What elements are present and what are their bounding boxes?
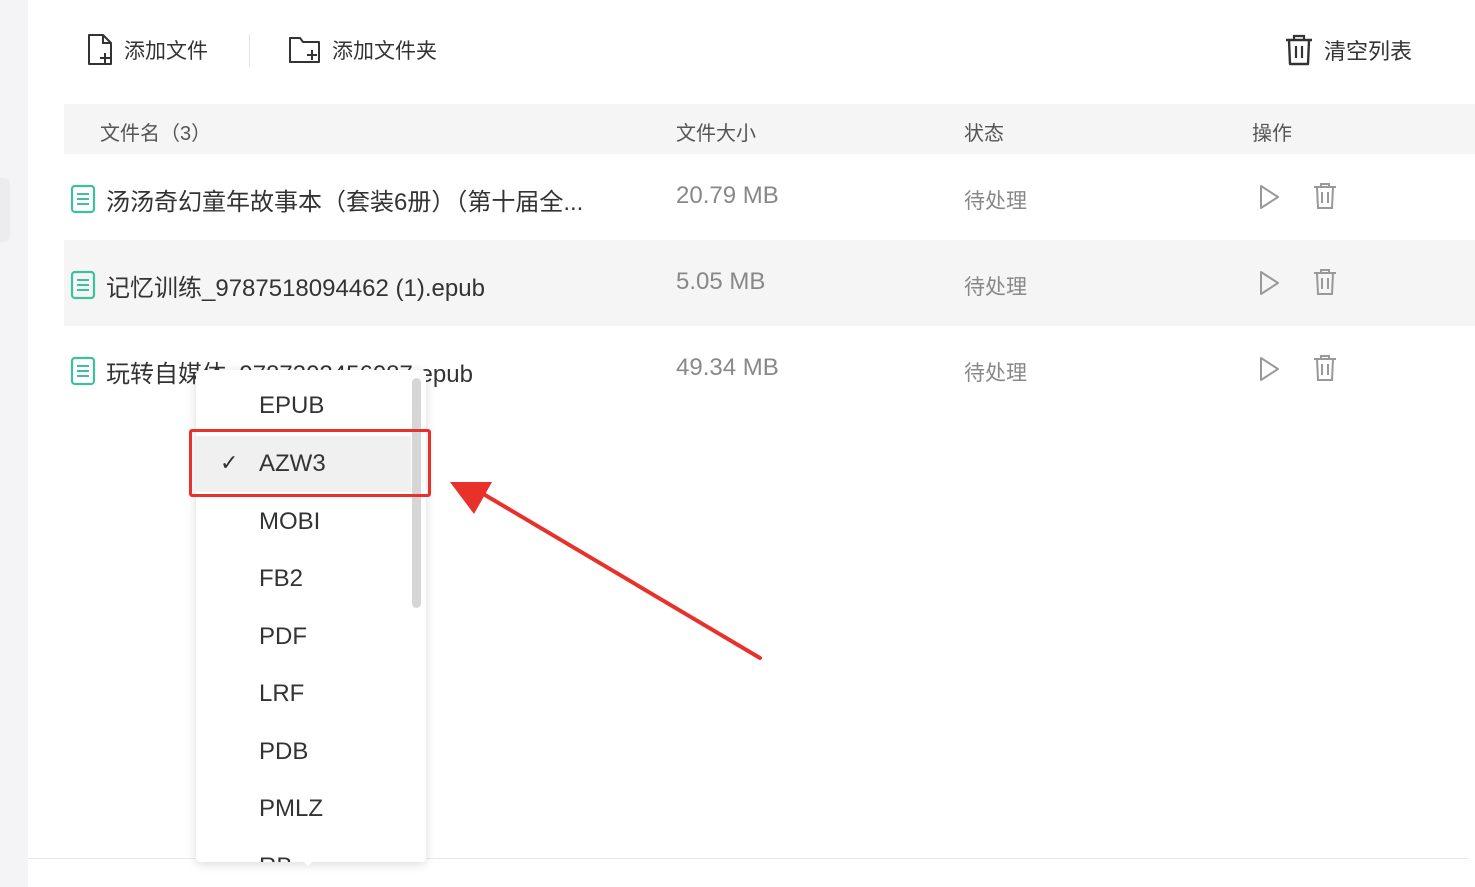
file-doc-icon xyxy=(70,270,96,305)
file-size: 49.34 MB xyxy=(676,354,779,381)
format-option-lrf[interactable]: LRF xyxy=(196,666,411,722)
file-status: 待处理 xyxy=(964,362,1027,385)
column-header-name: 文件名（3） xyxy=(100,123,212,145)
add-file-label: 添加文件 xyxy=(124,40,208,63)
highlight-box xyxy=(189,429,431,497)
delete-icon[interactable] xyxy=(1312,353,1338,388)
add-file-icon xyxy=(86,33,114,67)
file-status: 待处理 xyxy=(964,190,1027,213)
add-folder-button[interactable]: 添加文件夹 xyxy=(288,30,437,70)
left-sidebar-strip xyxy=(0,0,28,887)
play-icon[interactable] xyxy=(1257,355,1281,388)
file-table: 文件名（3） 文件大小 状态 操作 汤汤奇幻童年故事本（套装6册）（第十届全..… xyxy=(64,104,1475,412)
table-row[interactable]: 记忆训练_9787518094462 (1).epub 5.05 MB 待处理 xyxy=(64,240,1475,326)
column-header-size: 文件大小 xyxy=(676,123,756,145)
annotation-arrow xyxy=(450,482,762,660)
clear-list-label: 清空列表 xyxy=(1324,39,1413,64)
file-size: 5.05 MB xyxy=(676,268,766,295)
add-file-button[interactable]: 添加文件 xyxy=(86,30,208,70)
clear-list-button[interactable]: 清空列表 xyxy=(1284,30,1412,70)
format-option-pmlz[interactable]: PMLZ xyxy=(196,781,411,837)
file-name: 记忆训练_9787518094462 (1).epub xyxy=(106,275,485,302)
play-icon[interactable] xyxy=(1257,183,1281,216)
table-header: 文件名（3） 文件大小 状态 操作 xyxy=(64,104,1475,154)
format-option-pdb[interactable]: PDB xyxy=(196,724,411,780)
delete-icon[interactable] xyxy=(1312,267,1338,302)
sidebar-tab-handle[interactable] xyxy=(0,178,10,242)
column-header-actions: 操作 xyxy=(1252,123,1292,145)
add-folder-label: 添加文件夹 xyxy=(332,40,437,63)
file-doc-icon xyxy=(70,184,96,219)
add-folder-icon xyxy=(288,34,322,66)
toolbar-divider xyxy=(249,34,250,66)
play-icon[interactable] xyxy=(1257,269,1281,302)
format-option-mobi[interactable]: MOBI xyxy=(196,494,411,550)
file-name: 汤汤奇幻童年故事本（套装6册）（第十届全... xyxy=(106,189,584,216)
dropdown-caret xyxy=(298,856,318,866)
file-doc-icon xyxy=(70,356,96,391)
format-option-fb2[interactable]: FB2 xyxy=(196,551,411,607)
format-option-pdf[interactable]: PDF xyxy=(196,609,411,665)
delete-icon[interactable] xyxy=(1312,181,1338,216)
table-row[interactable]: 汤汤奇幻童年故事本（套装6册）（第十届全... 20.79 MB 待处理 xyxy=(64,154,1475,240)
file-size: 20.79 MB xyxy=(676,182,779,209)
column-header-status: 状态 xyxy=(964,123,1004,145)
trash-icon xyxy=(1284,33,1314,67)
format-option-epub[interactable]: EPUB xyxy=(196,378,411,434)
file-status: 待处理 xyxy=(964,276,1027,299)
